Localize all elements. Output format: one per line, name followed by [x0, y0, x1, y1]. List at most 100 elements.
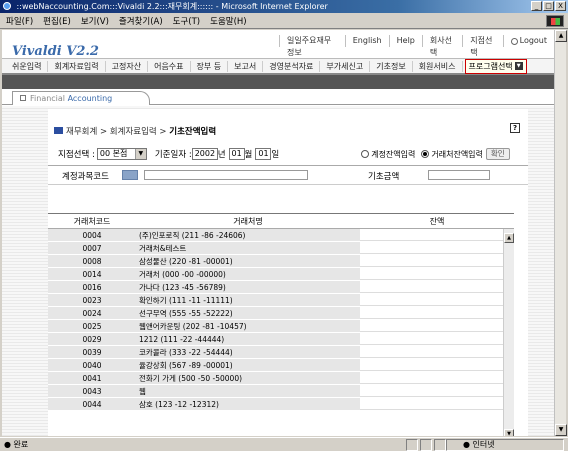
page-scrollbar[interactable]: ▲ ▼ — [554, 30, 567, 436]
table-row: 0016 가나다 (123 -45 -56789) — [48, 281, 514, 294]
customer-code: 0024 — [48, 307, 136, 319]
logout-link[interactable]: Logout — [502, 35, 554, 47]
radio-customer-circle[interactable] — [421, 149, 430, 158]
internet-explorer-icon — [3, 2, 11, 10]
link-help[interactable]: Help — [388, 35, 422, 47]
browser-menu-bar: 파일(F) 편집(E) 보기(V) 즐겨찾기(A) 도구(T) 도움말(H) — [0, 13, 568, 29]
menu-help[interactable]: 도움말(H) — [210, 15, 246, 27]
base-amount-input[interactable] — [428, 170, 490, 180]
balance-input[interactable] — [360, 359, 503, 371]
table-row: 0043 웹 — [48, 385, 514, 398]
table-row: 0007 거래처&테스트 — [48, 242, 514, 255]
nav-easy-input[interactable]: 쉬운입력 — [6, 60, 49, 72]
customer-name: 삼성물산 (220 -81 -00001) — [136, 255, 360, 267]
radio-customer-balance[interactable]: 거래처잔액입력 — [421, 149, 483, 160]
branch-select[interactable]: 00 본점 — [96, 148, 147, 160]
menu-file[interactable]: 파일(F) — [6, 15, 33, 27]
globe-icon: ● — [463, 440, 470, 449]
web-page: Vivaldi V2.2 일일주요재무정보 English Help 회사선택 … — [2, 30, 554, 436]
menu-tools[interactable]: 도구(T) — [173, 15, 200, 27]
radio-account-balance[interactable]: 계정잔액입력 — [361, 149, 415, 160]
table-scroll-up-icon[interactable]: ▲ — [504, 233, 514, 243]
tab-accounting-label: Accounting — [67, 94, 113, 103]
nav-fixed-assets[interactable]: 고정자산 — [106, 60, 149, 72]
program-select-dropdown[interactable]: 프로그램선택 ▼ — [464, 58, 527, 74]
minimize-button[interactable]: _ — [531, 1, 542, 11]
balance-input[interactable] — [360, 346, 503, 358]
radio-customer-label: 거래처잔액입력 — [431, 149, 483, 159]
nav-ledgers[interactable]: 장부 등 — [191, 60, 229, 72]
link-daily-finance[interactable]: 일일주요재무정보 — [279, 35, 345, 57]
customer-code: 0025 — [48, 320, 136, 332]
program-select-label: 프로그램선택 — [468, 61, 513, 71]
balance-input[interactable] — [360, 307, 503, 319]
main-nav: 쉬운입력 회계자료입력 고정자산 어음수표 장부 등 보고서 경영분석자료 부가… — [2, 58, 554, 75]
window-title-bar: ::webNaccounting.Com:::Vivaldi 2.2:::재무회… — [0, 0, 568, 13]
page-scroll-up-icon[interactable]: ▲ — [555, 30, 567, 42]
maximize-button[interactable]: □ — [543, 1, 554, 11]
nav-basic-info[interactable]: 기초정보 — [370, 60, 413, 72]
close-button[interactable]: X — [555, 1, 566, 11]
balance-input[interactable] — [360, 229, 503, 241]
status-done: ● 완료 — [4, 440, 29, 449]
balance-input[interactable] — [360, 372, 503, 384]
balance-input[interactable] — [360, 320, 503, 332]
balance-input[interactable] — [360, 242, 503, 254]
tab-square-icon — [20, 95, 26, 101]
day-input[interactable]: 01 — [255, 148, 272, 160]
top-links: 일일주요재무정보 English Help 회사선택 지점선택 Logout — [279, 35, 554, 57]
customer-code: 0044 — [48, 398, 136, 410]
table-row: 0029 1212 (111 -22 -44444) — [48, 333, 514, 346]
link-company-select[interactable]: 회사선택 — [421, 35, 462, 57]
nav-accounting-input[interactable]: 회계자료입력 — [48, 60, 106, 72]
nav-vat-report[interactable]: 부가세신고 — [320, 60, 371, 72]
customer-code: 0023 — [48, 294, 136, 306]
customer-name: 거래처 (000 -00 -00000) — [136, 268, 360, 280]
nav-member-service[interactable]: 회원서비스 — [413, 60, 463, 72]
radio-account-circle[interactable] — [361, 149, 370, 158]
account-code-input[interactable] — [122, 170, 138, 180]
base-date-label: 기준일자 : — [154, 150, 192, 160]
balance-input[interactable] — [360, 255, 503, 267]
link-english[interactable]: English — [344, 35, 389, 47]
menu-edit[interactable]: 편집(E) — [43, 15, 71, 27]
financial-accounting-tab[interactable]: Financial Accounting — [12, 91, 150, 105]
header-customer-code: 거래처코드 — [73, 217, 111, 226]
tab-financial-label: Financial — [30, 94, 66, 103]
balance-input[interactable] — [360, 268, 503, 280]
status-bar: ● 완료 ● 인터넷 — [0, 437, 568, 451]
balance-input[interactable] — [360, 294, 503, 306]
zone-label: 인터넷 — [472, 440, 495, 449]
header-customer-name: 거래처명 — [233, 217, 263, 226]
balance-input[interactable] — [360, 385, 503, 397]
table-row: 0014 거래처 (000 -00 -00000) — [48, 268, 514, 281]
menu-view[interactable]: 보기(V) — [81, 15, 109, 27]
help-icon[interactable]: ? — [510, 123, 520, 133]
confirm-top-button[interactable]: 확인 — [485, 148, 510, 160]
balance-input[interactable] — [360, 333, 503, 345]
customer-name: 전화기 가게 (500 -50 -50000) — [136, 372, 360, 384]
year-input[interactable]: 2002 — [191, 148, 218, 160]
customer-code: 0004 — [48, 229, 136, 241]
balance-input[interactable] — [360, 281, 503, 293]
table-scroll-down-icon[interactable]: ▼ — [504, 429, 514, 436]
nav-reports[interactable]: 보고서 — [228, 60, 264, 72]
day-unit: 일 — [271, 150, 280, 160]
radio-account-label: 계정잔액입력 — [371, 149, 416, 159]
link-branch-select[interactable]: 지점선택 — [462, 35, 502, 57]
customer-name: 코카콜라 (333 -22 -54444) — [136, 346, 360, 358]
customer-name: 웹 — [136, 385, 360, 397]
chevron-down-icon: ▼ — [514, 62, 523, 70]
status-segment — [420, 439, 432, 451]
month-input[interactable]: 01 — [228, 148, 245, 160]
balance-input[interactable] — [360, 398, 503, 410]
page-scroll-down-icon[interactable]: ▼ — [555, 424, 567, 436]
table-row: 0041 전화기 가게 (500 -50 -50000) — [48, 372, 514, 385]
status-segment — [434, 439, 446, 451]
nav-analysis[interactable]: 경영분석자료 — [263, 60, 321, 72]
nav-notes-checks[interactable]: 어음수표 — [148, 60, 191, 72]
table-scrollbar[interactable]: ▲ ▼ — [503, 229, 514, 436]
customer-code: 0041 — [48, 372, 136, 384]
menu-favorites[interactable]: 즐겨찾기(A) — [119, 15, 163, 27]
windows-logo-icon — [546, 15, 564, 27]
